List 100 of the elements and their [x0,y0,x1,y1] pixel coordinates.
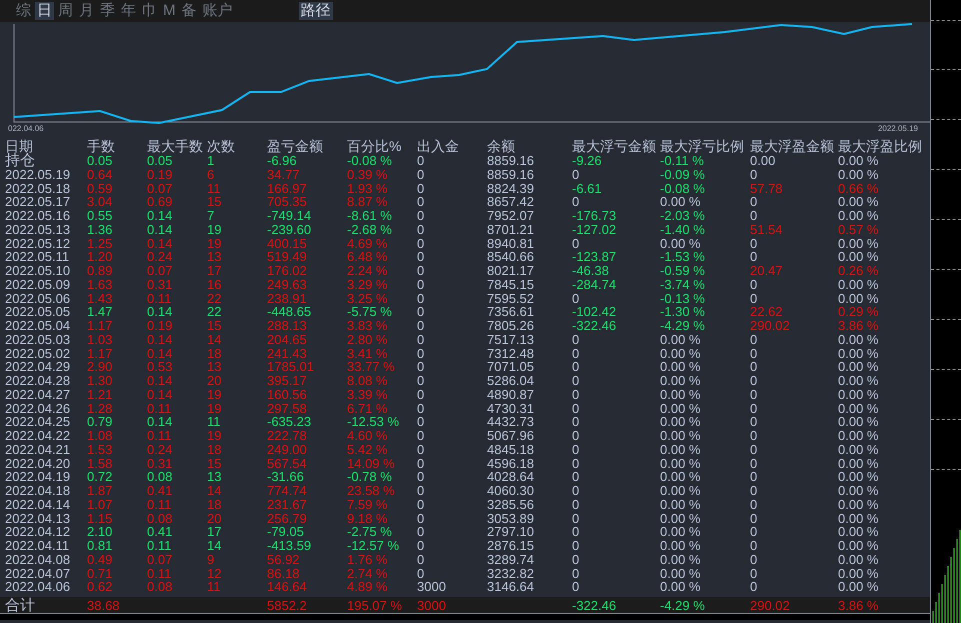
date-cell-text: 2022.04.14 [5,498,72,512]
percent-cell-text: 3.39 % [347,388,388,402]
percent-cell-text: 2.24 % [347,264,388,278]
transfer-cell-text: 0 [417,278,426,292]
balance-cell-text: 7517.13 [487,332,535,346]
date-cell-text: 2022.04.18 [5,484,72,498]
float-cell-text: 0 [750,292,758,306]
float-cell-text: 0 [750,442,758,456]
date-cell-text: 2022.04.07 [5,566,72,580]
float-cell-text: 0.00 % [838,195,880,209]
lots-cell-text: 0.64 [87,168,114,182]
profit-loss-cell-text: 249.00 [267,442,308,456]
float-cell-text: 0 [572,236,580,250]
lots-cell-text: 0.71 [87,566,114,580]
period-tab[interactable]: 日 [35,2,54,20]
transfer-cell-text: 0 [417,305,426,319]
period-tab[interactable]: 月 [77,2,96,20]
period-tab[interactable]: 备 [180,2,198,20]
float-cell-text: 0 [750,250,758,264]
balance-cell-text: 4060.30 [487,484,535,498]
percent-cell-text: 33.77 % [347,360,396,374]
period-tab[interactable]: M [161,2,178,20]
lots-cell-text: 3.04 [87,195,114,209]
percent-cell-text: 1.93 % [347,182,388,196]
total-cell-text: 3.86 % [838,599,880,613]
trade-count-cell-text: 20 [207,374,222,388]
date-cell-text: 2022.05.17 [5,195,72,209]
float-cell-text: 0 [572,470,580,484]
float-cell-text: 3.86 % [838,319,880,333]
profit-loss-cell-text: -31.66 [267,470,305,484]
column-header: 最大浮亏金额 [572,138,657,154]
balance-cell-text: 4028.64 [487,470,535,484]
float-cell-text: 57.78 [750,182,784,196]
period-tab[interactable]: 账户 [200,2,234,20]
float-cell-text: -322.46 [572,319,618,333]
profit-loss-cell-text: 1785.01 [267,360,315,374]
float-cell-text: 0 [572,168,580,182]
float-cell-text: 0.29 % [838,305,880,319]
lots-cell-text: 1.15 [87,512,114,526]
trade-count-cell-text: 22 [207,292,222,306]
column-header: 出入金 [417,138,460,154]
float-cell-text: 0 [750,278,758,292]
column-header: 日期 [5,138,33,154]
float-cell-text: 0 [572,442,580,456]
transfer-cell-text: 3000 [417,580,447,594]
float-cell-text: -0.59 % [660,264,706,278]
float-cell-text: 0.00 % [838,470,880,484]
period-tab[interactable]: 周 [56,2,75,20]
max-lots-cell-text: 0.14 [147,388,174,402]
total-cell-text: 3000 [417,599,447,613]
balance-cell-text: 5067.96 [487,429,535,443]
balance-cell-text: 8657.42 [487,195,535,209]
float-cell-text: 0 [750,415,758,429]
transfer-cell-text: 0 [417,236,426,250]
balance-cell-text: 3146.64 [487,580,535,594]
float-cell-text: 0 [572,552,580,566]
path-tab[interactable]: 路径 [298,2,332,20]
float-cell-text: 0 [572,374,580,388]
float-cell-text: 0.00 % [660,498,702,512]
percent-cell-text: 2.74 % [347,566,388,580]
float-cell-text: 0.00 % [838,388,880,402]
percent-cell-text: 6.71 % [347,402,388,416]
percent-cell-text: 9.18 % [347,512,388,526]
transfer-cell-text: 0 [417,415,426,429]
float-cell-text: -1.40 % [660,222,706,236]
float-cell-text: 0.00 % [660,580,702,594]
trade-count-cell-text: 13 [207,470,222,484]
lots-cell-text: 1.30 [87,374,114,388]
period-tab[interactable]: 巾 [140,2,159,20]
float-cell-text: 0 [750,236,758,250]
balance-cell-text: 4730.31 [487,402,535,416]
period-tab[interactable]: 综 [14,2,33,20]
period-tab[interactable]: 季 [98,2,117,20]
max-lots-cell-text: 0.08 [147,512,174,526]
float-cell-text: -0.11 % [660,154,705,168]
balance-cell-text: 2797.10 [487,525,535,539]
lots-cell-text: 1.36 [87,222,114,236]
percent-cell-text: 23.58 % [347,484,396,498]
balance-cell-text: 7845.15 [487,278,535,292]
percent-cell-text: -8.61 % [347,209,393,223]
float-cell-text: 0 [572,292,580,306]
trade-count-cell-text: 15 [207,319,222,333]
transfer-cell-text: 0 [417,346,426,360]
profit-loss-cell-text: 176.02 [267,264,308,278]
max-lots-cell-text: 0.19 [147,319,174,333]
max-lots-cell-text: 0.11 [147,292,172,306]
float-cell-text: 0 [572,484,580,498]
lots-cell-text: 0.55 [87,209,114,223]
transfer-cell-text: 0 [417,552,426,566]
float-cell-text: -0.08 % [660,182,706,196]
float-cell-text: 0.00 % [838,346,880,360]
profit-loss-cell-text: -6.96 [267,154,298,168]
trade-count-cell-text: 15 [207,456,222,470]
total-cell-text: 195.07 % [347,599,403,613]
date-cell-text: 2022.04.12 [5,525,72,539]
trade-count-cell-text: 11 [207,182,222,196]
period-tab[interactable]: 年 [119,2,138,20]
transfer-cell-text: 0 [417,250,426,264]
profit-loss-cell-text: 567.54 [267,456,308,470]
max-lots-cell-text: 0.11 [147,539,172,553]
